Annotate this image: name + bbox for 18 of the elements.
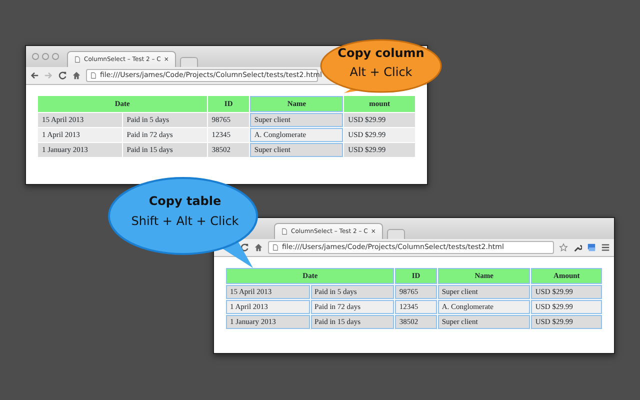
shortcut-text: Shift + Alt + Click	[130, 213, 240, 230]
back-icon[interactable]	[30, 71, 39, 80]
home-icon[interactable]	[72, 71, 81, 80]
new-tab-button[interactable]	[180, 57, 198, 67]
callout-title: Copy column	[336, 45, 426, 62]
page-icon	[272, 244, 279, 251]
page-icon	[74, 56, 81, 63]
page-icon	[281, 228, 288, 235]
callout-title: Copy table	[148, 193, 222, 210]
reload-icon[interactable]	[58, 71, 67, 80]
page-icon	[90, 72, 97, 79]
star-icon[interactable]	[559, 243, 568, 252]
home-icon[interactable]	[254, 243, 263, 252]
reload-icon[interactable]	[240, 243, 249, 252]
extension-icon[interactable]	[587, 243, 596, 252]
wrench-icon[interactable]	[573, 243, 582, 252]
new-tab-button[interactable]	[386, 229, 405, 239]
menu-icon[interactable]	[601, 243, 610, 252]
